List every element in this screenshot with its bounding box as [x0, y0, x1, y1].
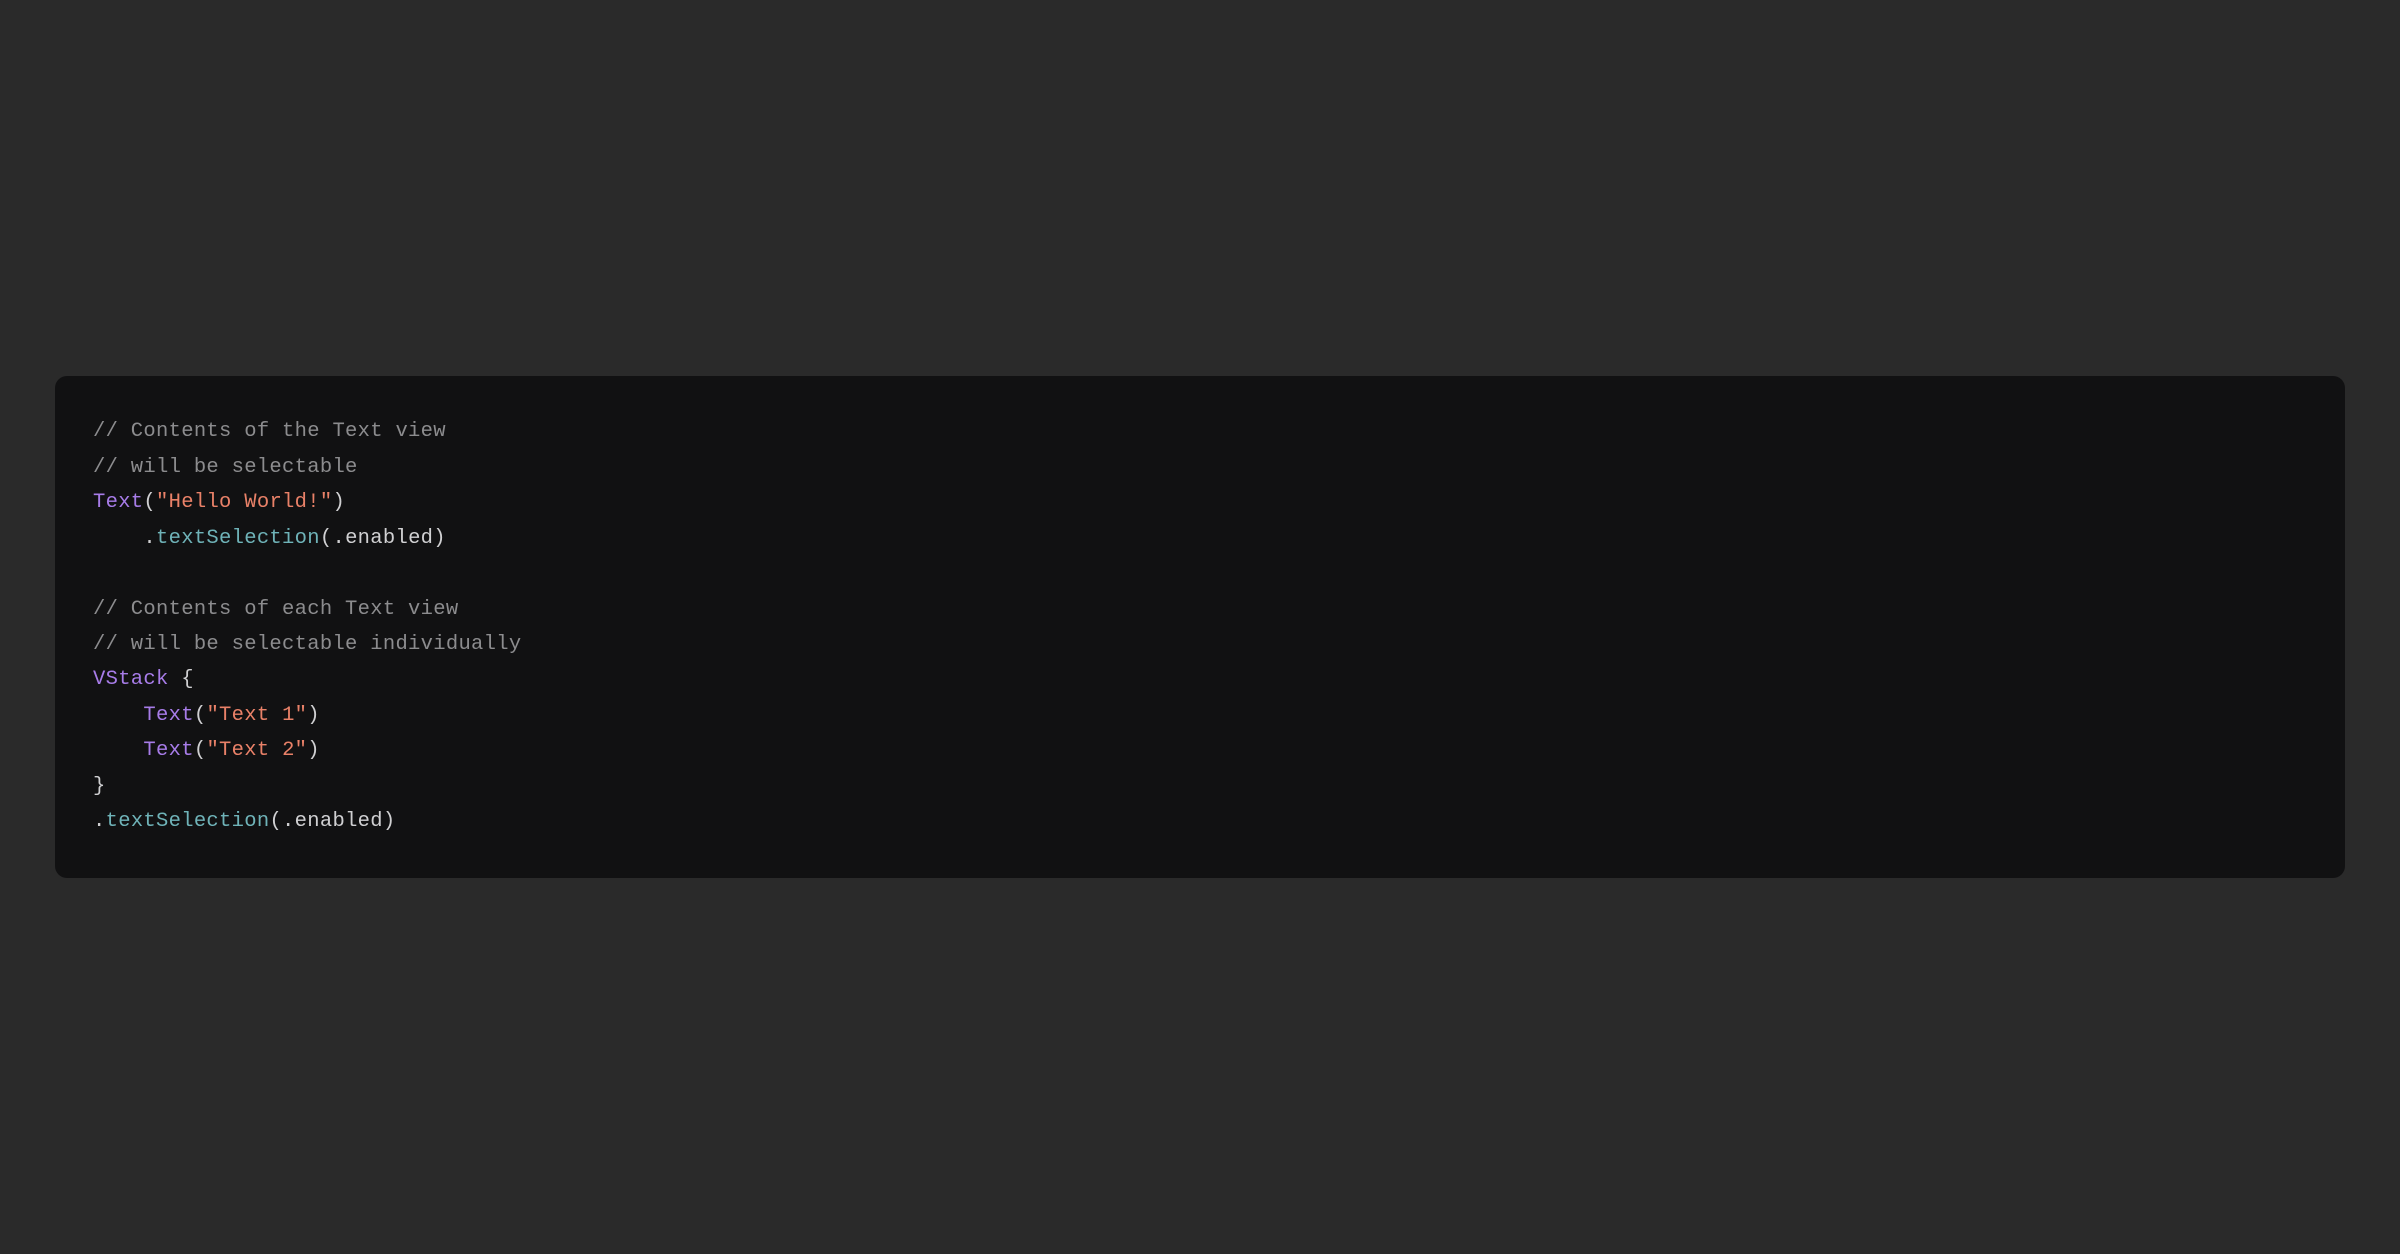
code-token-punct: ) — [433, 527, 446, 550]
code-token-punct: ) — [383, 810, 396, 833]
code-line: Text("Text 2") — [93, 733, 2307, 768]
code-line: // will be selectable individually — [93, 627, 2307, 662]
code-token-punct: . — [93, 527, 156, 550]
code-token-type: VStack — [93, 668, 169, 691]
code-token-default: enabled — [345, 527, 433, 550]
code-token-punct — [93, 739, 143, 762]
code-line: .textSelection(.enabled) — [93, 804, 2307, 839]
code-token-punct: ( — [143, 491, 156, 514]
code-line: } — [93, 769, 2307, 804]
code-line — [93, 556, 2307, 591]
code-line: Text("Text 1") — [93, 698, 2307, 733]
code-token-string: "Text 2" — [206, 739, 307, 762]
code-token-punct: (. — [320, 527, 345, 550]
code-line: VStack { — [93, 662, 2307, 697]
code-token-punct: { — [169, 668, 194, 691]
code-token-default: enabled — [295, 810, 383, 833]
code-token-comment: // will be selectable individually — [93, 633, 521, 656]
code-token-punct: ) — [307, 739, 320, 762]
code-block[interactable]: // Contents of the Text view // will be s… — [55, 376, 2345, 877]
code-line: Text("Hello World!") — [93, 485, 2307, 520]
code-token-punct: . — [93, 810, 106, 833]
code-line: // will be selectable — [93, 450, 2307, 485]
code-token-punct — [93, 704, 143, 727]
code-token-punct: (. — [269, 810, 294, 833]
code-token-punct: } — [93, 775, 106, 798]
code-token-punct: ( — [194, 739, 207, 762]
code-token-type: Text — [93, 491, 143, 514]
code-token-punct: ) — [332, 491, 345, 514]
code-token-comment: // will be selectable — [93, 456, 358, 479]
code-token-type: Text — [143, 739, 193, 762]
code-token-method: textSelection — [156, 527, 320, 550]
code-token-comment: // Contents of the Text view — [93, 420, 446, 443]
code-token-string: "Text 1" — [206, 704, 307, 727]
code-token-comment: // Contents of each Text view — [93, 598, 458, 621]
page-container: // Contents of the Text view // will be s… — [0, 226, 2400, 1027]
code-token-string: "Hello World!" — [156, 491, 332, 514]
code-token-punct: ) — [307, 704, 320, 727]
code-token-method: textSelection — [106, 810, 270, 833]
code-line: .textSelection(.enabled) — [93, 521, 2307, 556]
code-token-punct: ( — [194, 704, 207, 727]
code-line: // Contents of each Text view — [93, 592, 2307, 627]
code-token-type: Text — [143, 704, 193, 727]
code-line: // Contents of the Text view — [93, 414, 2307, 449]
